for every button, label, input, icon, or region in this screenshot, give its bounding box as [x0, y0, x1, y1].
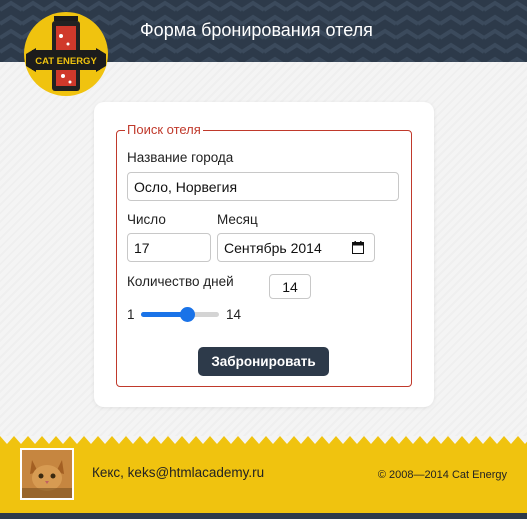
hotel-search-fieldset: Поиск отеля Название города Осло, Норвег… — [116, 122, 412, 387]
fieldset-legend: Поиск отеля — [125, 122, 203, 137]
book-button[interactable]: Забронировать — [198, 347, 329, 376]
day-input-value: 17 — [134, 239, 150, 256]
range-max-label: 14 — [226, 307, 242, 322]
month-input-value: Сентябрь 2014 — [224, 239, 322, 256]
footer-zigzag — [0, 436, 527, 446]
footer-bottom-band — [0, 513, 527, 519]
days-input-value: 14 — [282, 278, 298, 295]
days-label: Количество дней — [127, 274, 234, 289]
month-input[interactable]: Сентябрь 2014 — [217, 233, 375, 262]
cat-energy-logo[interactable]: CAT ENERGY — [22, 10, 110, 98]
range-min-label: 1 — [127, 307, 135, 322]
day-label: Число — [127, 212, 166, 227]
footer-copyright: © 2008—2014 Cat Energy — [377, 469, 507, 481]
calendar-icon[interactable] — [352, 241, 364, 254]
days-input[interactable]: 14 — [269, 274, 311, 299]
month-label: Месяц — [217, 212, 258, 227]
day-input[interactable]: 17 — [127, 233, 211, 262]
city-input-value: Осло, Норвегия — [134, 178, 238, 195]
footer-contact: Кекс, keks@htmlacademy.ru — [92, 465, 265, 480]
page-title: Форма бронирования отеля — [140, 20, 373, 40]
city-label: Название города — [127, 150, 234, 165]
logo-text: CAT ENERGY — [35, 56, 97, 67]
days-range-thumb[interactable] — [180, 307, 196, 322]
booking-card: Поиск отеля Название города Осло, Норвег… — [94, 102, 434, 407]
page-footer: Кекс, keks@htmlacademy.ru © 2008—2014 Ca… — [0, 436, 527, 519]
city-input[interactable]: Осло, Норвегия — [127, 172, 399, 201]
avatar[interactable] — [20, 448, 74, 500]
cat-photo — [22, 450, 72, 498]
